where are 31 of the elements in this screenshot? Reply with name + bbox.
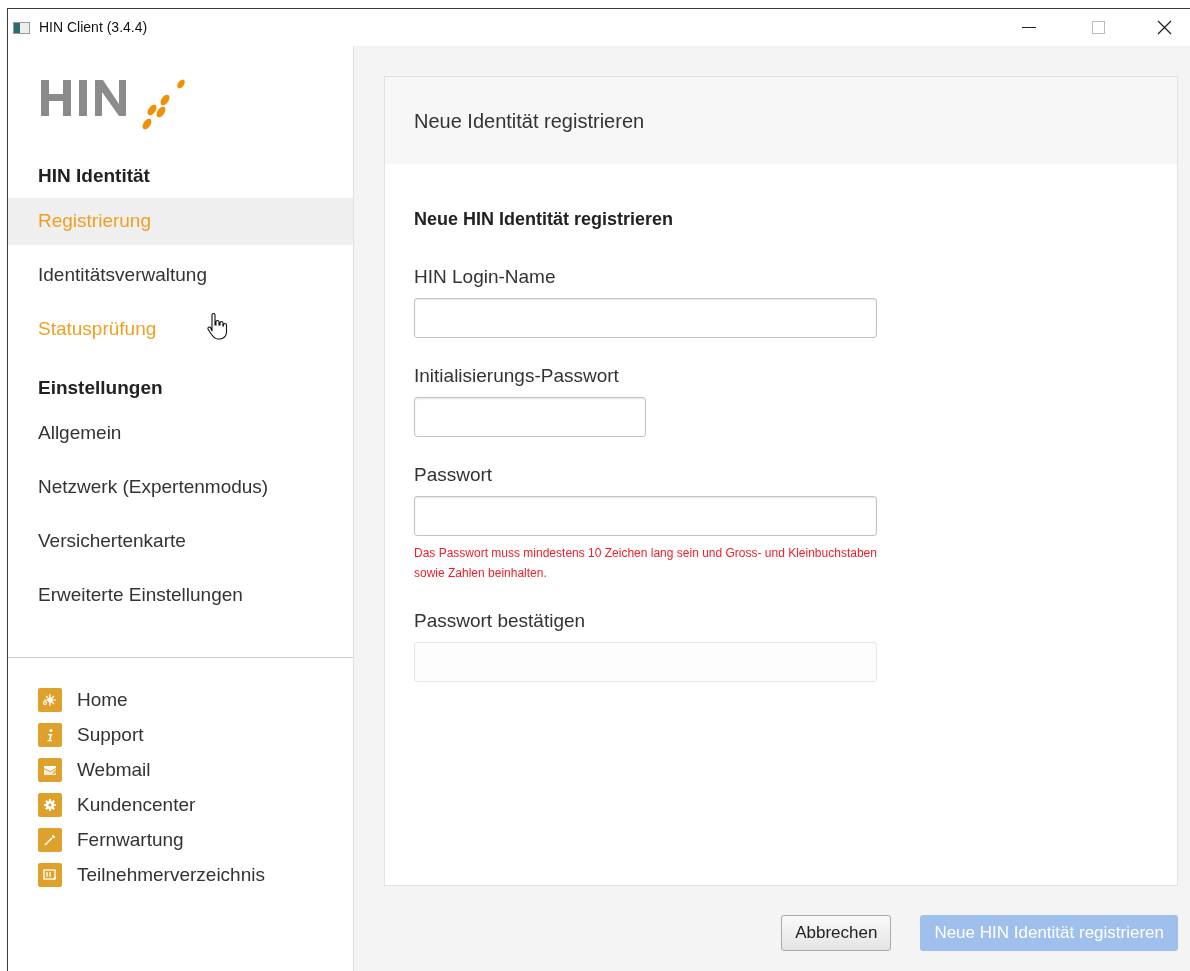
password-hint: Das Passwort muss mindestens 10 Zeichen lang sein und Gross- und Kleinbuchstaben sowie Zahlen beinhalten. [414,545,878,582]
input-field[interactable] [414,397,646,437]
field-label: HIN Login-Name [414,265,557,289]
network-icon [38,688,62,712]
minimize-icon[interactable] [1022,27,1036,28]
cancel-button[interactable]: Abbrechen [781,915,892,951]
panel-title: Neue Identität registrieren [414,108,645,134]
hand-cursor-icon [206,312,229,343]
info-icon [38,723,62,747]
quick-link[interactable]: Fernwartung [38,828,353,852]
mail-icon [38,758,62,782]
form-title: Neue HIN Identität registrieren [414,208,675,231]
section-heading: HIN Identität [37,164,151,188]
input-field[interactable] [414,298,877,338]
section-heading: Einstellungen [37,376,164,400]
maximize-icon[interactable] [1092,21,1105,34]
quick-link[interactable]: Teilnehmerverzeichnis [38,863,353,887]
field-label: Passwort [414,463,494,487]
field-label: Initialisierungs-Passwort [414,364,620,388]
app-icon [13,21,30,34]
quick-link[interactable]: Webmail [38,758,353,782]
field-label: Passwort bestätigen [414,609,587,633]
quick-link[interactable]: Kundencenter [38,793,353,817]
wrench-icon [38,828,62,852]
input-field[interactable] [414,496,877,536]
close-icon[interactable] [1157,20,1172,35]
window-title: HIN Client (3.4.4) [39,18,148,37]
gear-icon [38,793,62,817]
quick-link[interactable]: Home [38,688,353,712]
address-book-icon [38,863,62,887]
quick-link[interactable]: Support [38,723,353,747]
